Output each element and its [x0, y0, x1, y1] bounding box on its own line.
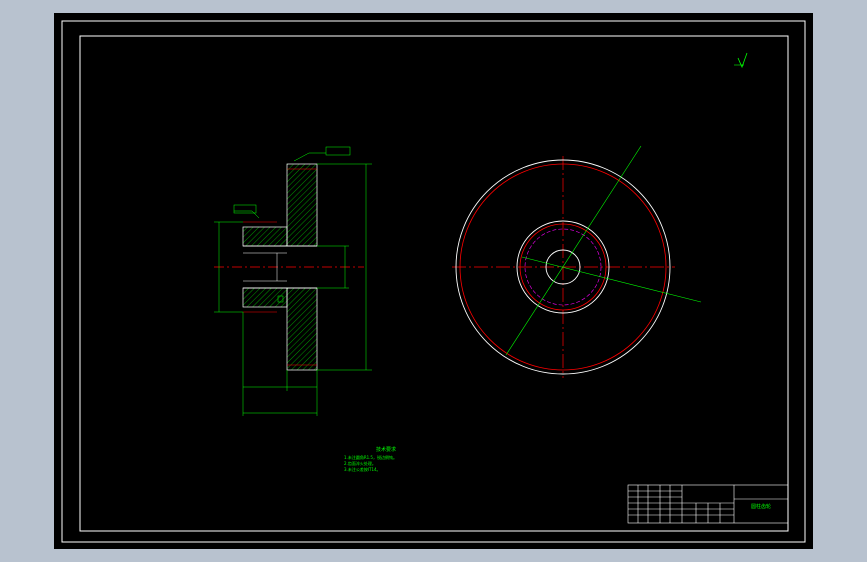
gear-rim-upper	[286, 163, 318, 247]
drawing-border	[79, 35, 789, 532]
title-block-name: 圆柱齿轮	[751, 503, 771, 510]
hub-lower	[242, 287, 288, 308]
tech-notes-title: 技术要求	[376, 446, 396, 453]
drawing-canvas: 技术要求 1.未注圆角R1.5，锐边倒钝。 2.齿面淬火处理。 3.未注公差按I…	[54, 13, 813, 549]
tech-notes: 技术要求 1.未注圆角R1.5，锐边倒钝。 2.齿面淬火处理。 3.未注公差按I…	[344, 446, 397, 472]
gear-rim-lower	[286, 287, 318, 371]
section-view	[214, 146, 372, 416]
tech-note-1: 1.未注圆角R1.5，锐边倒钝。	[344, 454, 397, 460]
outer-border	[61, 20, 806, 543]
front-view	[452, 145, 702, 378]
roughness-symbol-icon	[734, 52, 748, 69]
tech-note-3: 3.未注公差按IT14。	[344, 466, 381, 472]
tech-note-2: 2.齿面淬火处理。	[344, 460, 376, 466]
hub-upper	[242, 226, 288, 247]
